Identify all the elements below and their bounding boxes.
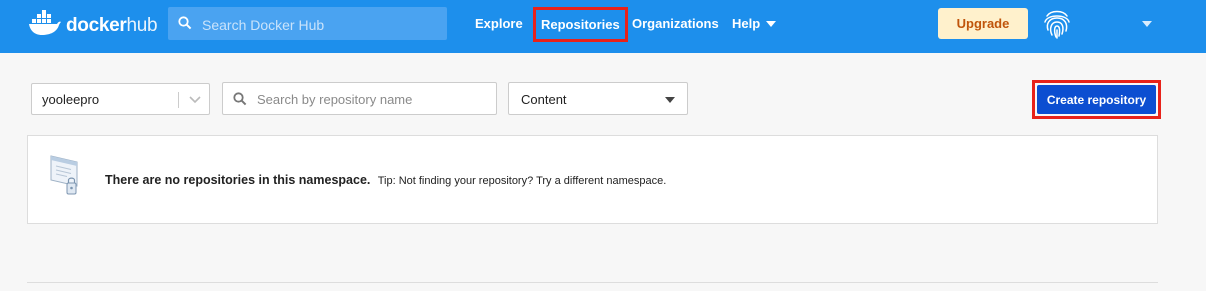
- upgrade-button[interactable]: Upgrade: [938, 8, 1028, 39]
- global-search-input[interactable]: [200, 7, 444, 42]
- docker-hub-logo[interactable]: dockerhub: [28, 10, 158, 41]
- page-divider: [27, 282, 1158, 283]
- empty-repositories-card: There are no repositories in this namesp…: [27, 135, 1158, 224]
- namespace-value: yooleepro: [42, 92, 100, 107]
- nav-organizations[interactable]: Organizations: [632, 16, 719, 31]
- empty-repository-illustration-icon: [47, 152, 91, 203]
- top-navbar: dockerhub Explore Repositories Organizat…: [0, 0, 1206, 53]
- chevron-down-icon: [766, 20, 777, 27]
- namespace-select[interactable]: yooleepro: [31, 83, 210, 115]
- nav-explore[interactable]: Explore: [475, 16, 523, 31]
- empty-state-message: There are no repositories in this namesp…: [105, 173, 666, 187]
- create-repository-button[interactable]: Create repository: [1037, 85, 1156, 114]
- nav-help[interactable]: Help: [732, 16, 777, 31]
- chevron-down-icon: [188, 92, 202, 111]
- docker-whale-icon: [28, 10, 62, 41]
- global-search: [168, 7, 447, 42]
- repository-search: [222, 82, 497, 116]
- empty-state-title: There are no repositories in this namesp…: [105, 173, 371, 187]
- fingerprint-avatar-icon[interactable]: [1042, 8, 1072, 45]
- search-icon: [178, 16, 192, 35]
- search-icon: [233, 92, 247, 111]
- nav-help-label: Help: [732, 16, 761, 31]
- repository-search-input[interactable]: [255, 83, 494, 116]
- create-repository-highlight: Create repository: [1032, 80, 1161, 119]
- caret-down-icon: [665, 97, 675, 103]
- content-filter-select[interactable]: Content: [508, 82, 688, 115]
- account-menu-chevron-icon[interactable]: [1142, 21, 1152, 27]
- select-divider: [178, 92, 179, 108]
- logo-text-docker: docker: [66, 14, 127, 36]
- content-filter-value: Content: [521, 92, 567, 107]
- logo-text-hub: hub: [126, 14, 158, 36]
- nav-repositories[interactable]: Repositories: [533, 7, 628, 42]
- empty-state-tip: Tip: Not finding your repository? Try a …: [377, 175, 667, 187]
